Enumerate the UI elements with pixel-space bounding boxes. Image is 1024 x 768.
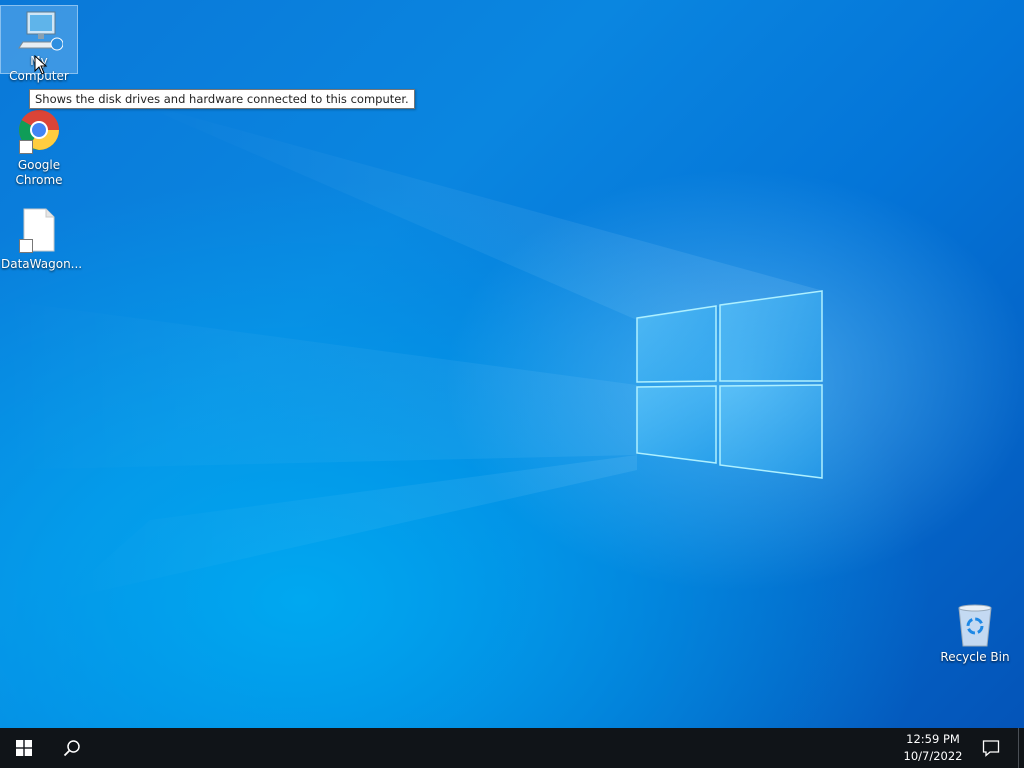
clock-time: 12:59 PM: [906, 732, 960, 746]
action-center-icon: [982, 740, 1000, 757]
desktop-background[interactable]: My Computer Google Chrome: [0, 0, 1024, 728]
computer-icon: [15, 6, 64, 54]
recycle-bin-icon: [951, 600, 999, 648]
show-desktop-button[interactable]: [1018, 728, 1024, 768]
search-button[interactable]: [48, 728, 96, 768]
taskbar-clock[interactable]: 12:59 PM 10/7/2022: [900, 731, 966, 765]
action-center-button[interactable]: [966, 728, 1016, 768]
taskbar: 12:59 PM 10/7/2022: [0, 728, 1024, 768]
tooltip: Shows the disk drives and hardware conne…: [29, 89, 415, 109]
desktop-icon-label: Google Chrome: [15, 158, 63, 187]
shortcut-arrow-icon: [19, 140, 33, 154]
desktop-icon-google-chrome[interactable]: Google Chrome: [1, 108, 77, 188]
desktop-icon-label: DataWagon...: [1, 257, 83, 271]
search-icon: [63, 740, 80, 757]
chrome-icon: [15, 108, 63, 156]
file-icon: [15, 207, 63, 255]
desktop-icon-datawagon[interactable]: DataWagon...: [1, 207, 83, 272]
mouse-cursor-icon: [34, 55, 48, 75]
shortcut-arrow-icon: [19, 239, 33, 253]
wallpaper-art: [0, 100, 823, 600]
windows-logo-icon: [16, 740, 32, 756]
desktop-icon-recycle-bin[interactable]: Recycle Bin: [937, 600, 1013, 665]
clock-date: 10/7/2022: [903, 749, 963, 763]
start-button[interactable]: [0, 728, 48, 768]
desktop-icon-label: Recycle Bin: [940, 650, 1010, 664]
